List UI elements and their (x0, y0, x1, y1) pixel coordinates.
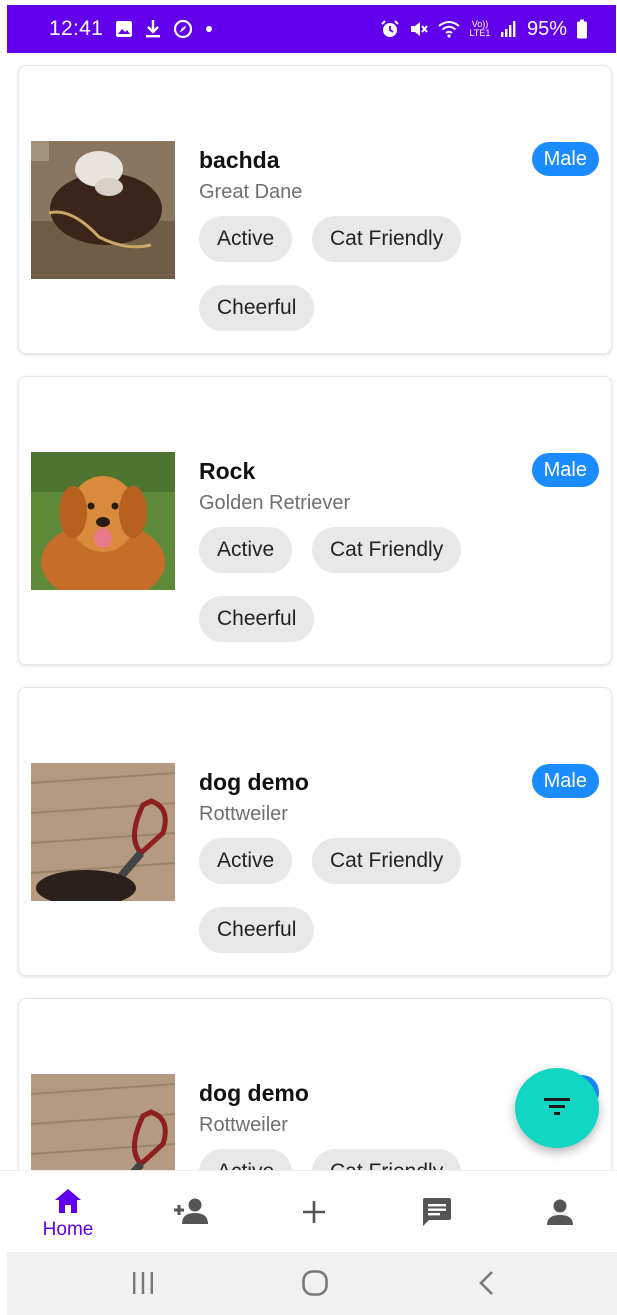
tag-chip: Active (199, 216, 293, 262)
tag-chip: Cheerful (199, 907, 315, 953)
pet-breed: Great Dane (199, 181, 303, 203)
chat-icon (421, 1197, 453, 1232)
nav-profile[interactable] (510, 1171, 610, 1253)
tag-chip: Active (199, 1149, 293, 1170)
pet-photo (31, 452, 175, 590)
gender-badge: Male (531, 453, 599, 487)
pet-photo (31, 141, 175, 279)
nav-chat[interactable] (387, 1171, 487, 1253)
tag-chip: Cat Friendly (312, 216, 462, 262)
pet-name: dog demo (199, 1080, 309, 1106)
nav-home-label: Home (42, 1219, 94, 1240)
pet-card[interactable]: Rock Golden Retriever Male Active Cat Fr… (18, 376, 612, 665)
pet-card[interactable]: dog demo Rottweiler Male Active Cat Frie… (18, 687, 612, 976)
status-time: 12:41 (49, 17, 104, 40)
compass-icon (173, 19, 193, 39)
pet-name: bachda (199, 147, 280, 173)
nav-add[interactable] (264, 1171, 364, 1253)
system-navigation-bar (7, 1252, 617, 1315)
filter-icon (542, 1094, 572, 1123)
pet-card[interactable]: bachda Great Dane Male Active Cat Friend… (18, 65, 612, 354)
pet-name: dog demo (199, 769, 309, 795)
nav-home[interactable]: Home (18, 1171, 118, 1253)
recent-apps-icon[interactable] (131, 1269, 155, 1302)
signal-icon (500, 20, 518, 38)
dot-icon (205, 25, 213, 33)
home-icon (53, 1187, 83, 1220)
battery-percent: 95% (526, 17, 567, 40)
tag-chip: Cat Friendly (312, 1149, 462, 1170)
alarm-icon (380, 19, 400, 39)
status-bar: 12:41 Vo)) LTE1 95% (7, 5, 616, 53)
pet-name: Rock (199, 458, 256, 484)
pet-photo (31, 763, 175, 901)
tag-chip: Cat Friendly (312, 838, 462, 884)
profile-icon (546, 1198, 574, 1231)
pet-list[interactable]: bachda Great Dane Male Active Cat Friend… (0, 53, 617, 1170)
tag-chip: Active (199, 838, 293, 884)
pet-breed: Rottweiler (199, 1114, 288, 1136)
gallery-icon (115, 20, 133, 38)
pet-breed: Rottweiler (199, 803, 288, 825)
bottom-navigation: Home (0, 1170, 617, 1252)
add-friend-icon (173, 1197, 209, 1230)
pet-breed: Golden Retriever (199, 492, 351, 514)
gender-badge: Male (531, 142, 599, 176)
tag-chip: Cheerful (199, 596, 315, 642)
network-label: Vo)) LTE1 (469, 19, 491, 38)
battery-icon (576, 19, 588, 39)
tag-chip: Cat Friendly (312, 527, 462, 573)
tag-chip: Cheerful (199, 285, 315, 331)
download-icon (145, 19, 161, 39)
home-circle-icon[interactable] (301, 1269, 329, 1302)
gender-badge: Male (531, 764, 599, 798)
filter-button[interactable] (515, 1068, 599, 1148)
plus-icon (301, 1199, 327, 1230)
wifi-icon (438, 20, 460, 38)
back-icon[interactable] (477, 1269, 497, 1302)
pet-photo (31, 1074, 175, 1170)
tag-chip: Active (199, 527, 293, 573)
mute-icon (409, 19, 429, 39)
nav-add-friend[interactable] (141, 1171, 241, 1253)
